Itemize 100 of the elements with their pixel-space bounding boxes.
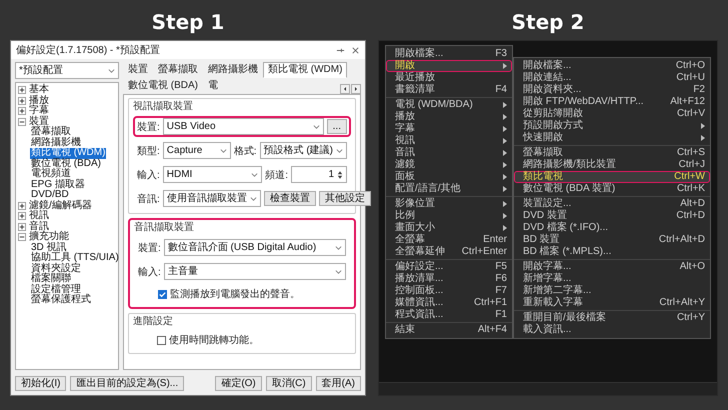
tree-item[interactable]: 網路攝影機 xyxy=(30,138,82,148)
pin-icon[interactable] xyxy=(336,46,345,54)
menu-item[interactable]: DVD 裝置 Ctrl+D xyxy=(514,210,710,222)
expand-icon[interactable] xyxy=(18,86,26,94)
menu-item[interactable]: 影像位置 xyxy=(386,198,512,210)
menu-item[interactable]: 書籤清單 F4 xyxy=(386,84,512,96)
tree-item[interactable]: 基本 xyxy=(28,85,50,96)
footer-button[interactable]: 初始化(I) xyxy=(15,376,66,391)
menu-item[interactable]: 電視 (WDM/BDA) xyxy=(386,99,512,111)
tree-item[interactable]: EPG 擷取器 xyxy=(30,180,86,190)
menu-item[interactable]: 開啟 FTP/WebDAV/HTTP... Alt+F12 xyxy=(514,96,710,108)
menu-item[interactable]: 類比電視 Ctrl+W xyxy=(514,171,710,183)
menu-item[interactable]: 控制面板... F7 xyxy=(386,285,512,297)
footer-button[interactable]: 確定(O) xyxy=(215,376,262,391)
spinner-icon[interactable] xyxy=(337,170,343,180)
menu-item[interactable]: 播放清單... F6 xyxy=(386,273,512,285)
menu-item[interactable]: BD 裝置 Ctrl+Alt+D xyxy=(514,234,710,246)
tab[interactable]: 數位電視 (BDA) xyxy=(123,78,203,94)
form-button[interactable]: 其他設定 xyxy=(318,191,371,206)
menu-item[interactable]: 播放 xyxy=(386,111,512,123)
menu-item[interactable]: DVD 檔案 (*.IFO)... xyxy=(514,222,710,234)
tree-item[interactable]: 播放 xyxy=(28,96,50,106)
tree-item[interactable]: 音訊 xyxy=(28,222,50,232)
menu-item[interactable]: 開啟字幕... Alt+O xyxy=(514,261,710,273)
tree-item[interactable]: 擴充功能 xyxy=(28,232,70,242)
scroll-right-icon[interactable] xyxy=(351,84,361,94)
menu-item[interactable]: 開啟資料夾... F2 xyxy=(514,84,710,96)
tree-item[interactable]: 螢幕保護程式 xyxy=(30,295,92,306)
tab[interactable]: 裝置 xyxy=(123,62,153,78)
menu-item[interactable]: 開啟檔案... Ctrl+O xyxy=(514,60,710,72)
menu-item[interactable]: 開啟檔案... F3 xyxy=(386,48,512,60)
menu-item[interactable]: 裝置設定... Alt+D xyxy=(514,198,710,210)
menu-item[interactable]: 數位電視 (BDA 裝置) Ctrl+K xyxy=(514,183,710,195)
footer-button[interactable]: 取消(C) xyxy=(266,376,312,391)
tab[interactable]: 類比電視 (WDM) xyxy=(263,62,348,78)
tree-item[interactable]: 3D 視訊 xyxy=(30,242,68,253)
menu-item[interactable]: 結束 Alt+F4 xyxy=(386,324,512,336)
footer-button[interactable]: 套用(A) xyxy=(316,376,361,391)
tab[interactable]: 螢幕擷取 xyxy=(153,62,203,78)
tab[interactable]: 電 xyxy=(203,78,223,94)
menu-item[interactable]: 面板 xyxy=(386,171,512,183)
tree-item[interactable]: 資料夾設定 xyxy=(30,264,82,274)
tree-item[interactable]: 濾鏡/編解碼器 xyxy=(28,200,93,211)
menu-item[interactable]: 比例 xyxy=(386,210,512,222)
dropdown[interactable]: HDMI xyxy=(162,166,262,183)
expand-icon[interactable] xyxy=(18,212,26,220)
menu-item[interactable]: 媒體資訊... Ctrl+F1 xyxy=(386,297,512,309)
form-button[interactable]: 檢查裝置 xyxy=(264,191,316,206)
menu-item[interactable]: 快速開啟 xyxy=(514,132,710,144)
menu-item[interactable]: 偏好設定... F5 xyxy=(386,261,512,273)
number-field[interactable]: 1 xyxy=(291,166,347,183)
dropdown[interactable]: 主音量 xyxy=(164,263,346,280)
tree-item[interactable]: 視訊 xyxy=(28,211,50,222)
menu-item[interactable]: 重開目前/最後檔案 Ctrl+Y xyxy=(514,312,710,324)
tree-item[interactable]: 數位電視 (BDA) xyxy=(30,158,102,169)
tree-item[interactable]: 設定檔管理 xyxy=(30,284,82,295)
form-button[interactable]: ... xyxy=(326,119,347,134)
tree-item[interactable]: 檔案關聯 xyxy=(30,274,72,284)
menu-item[interactable]: 螢幕擷取 Ctrl+S xyxy=(514,147,710,159)
menu-item[interactable]: 預設開啟方式 xyxy=(514,120,710,132)
menu-item[interactable]: 重新載入字幕 Ctrl+Alt+Y xyxy=(514,297,710,309)
checkbox[interactable] xyxy=(157,336,166,344)
menu-item[interactable]: 新增字幕... xyxy=(514,273,710,285)
menu-item[interactable]: 配置/語言/其他 xyxy=(386,183,512,195)
dropdown[interactable]: Capture xyxy=(162,142,231,159)
menu-item[interactable]: 從剪貼簿開啟 Ctrl+V xyxy=(514,108,710,120)
expand-icon[interactable] xyxy=(18,202,26,210)
tree-item[interactable]: 協助工具 (TTS/UIA) xyxy=(30,253,120,264)
tree-item[interactable]: 電視頻道 xyxy=(30,169,72,180)
dropdown[interactable]: 數位音訊介面 (USB Digital Audio) xyxy=(164,239,346,256)
menu-item[interactable]: 全螢幕 Enter xyxy=(386,234,512,246)
menu-item[interactable]: BD 檔案 (*.MPLS)... xyxy=(514,246,710,258)
menu-item[interactable]: 音訊 xyxy=(386,147,512,159)
expand-icon[interactable] xyxy=(18,222,26,231)
dropdown[interactable]: USB Video xyxy=(162,118,324,135)
dropdown[interactable]: 使用音訊擷取裝置 xyxy=(162,190,261,207)
menu-item[interactable]: 視訊 xyxy=(386,135,512,147)
preset-dropdown[interactable]: *預設配置 xyxy=(15,62,119,79)
close-icon[interactable] xyxy=(351,46,360,54)
menu-item[interactable]: 開啟連結... Ctrl+U xyxy=(514,72,710,84)
menu-item[interactable]: 畫面大小 xyxy=(386,222,512,234)
menu-item[interactable]: 新增第二字幕... xyxy=(514,285,710,297)
expand-icon[interactable] xyxy=(18,107,26,116)
checkbox[interactable] xyxy=(158,290,167,298)
menu-item[interactable]: 濾鏡 xyxy=(386,159,512,171)
tree-item[interactable]: 字幕 xyxy=(28,106,50,116)
tree-item[interactable]: 螢幕擷取 xyxy=(30,127,72,138)
menu-item[interactable]: 開啟 xyxy=(386,60,512,72)
menu-item[interactable]: 字幕 xyxy=(386,123,512,135)
tree-item[interactable]: 裝置 xyxy=(28,116,50,127)
menu-item[interactable]: 網路攝影機/類比裝置 Ctrl+J xyxy=(514,159,710,171)
scroll-left-icon[interactable] xyxy=(340,84,350,94)
menu-item[interactable]: 程式資訊... F1 xyxy=(386,309,512,321)
menu-item[interactable]: 載入資訊... xyxy=(514,324,710,336)
dropdown[interactable]: 預設格式 (建議) xyxy=(260,142,347,159)
menu-item[interactable]: 最近播放 xyxy=(386,72,512,84)
collapse-icon[interactable] xyxy=(18,118,26,126)
footer-button[interactable]: 匯出目前的設定為(S)... xyxy=(70,376,184,391)
menu-item[interactable]: 全螢幕延伸 Ctrl+Enter xyxy=(386,246,512,258)
expand-icon[interactable] xyxy=(18,96,26,105)
